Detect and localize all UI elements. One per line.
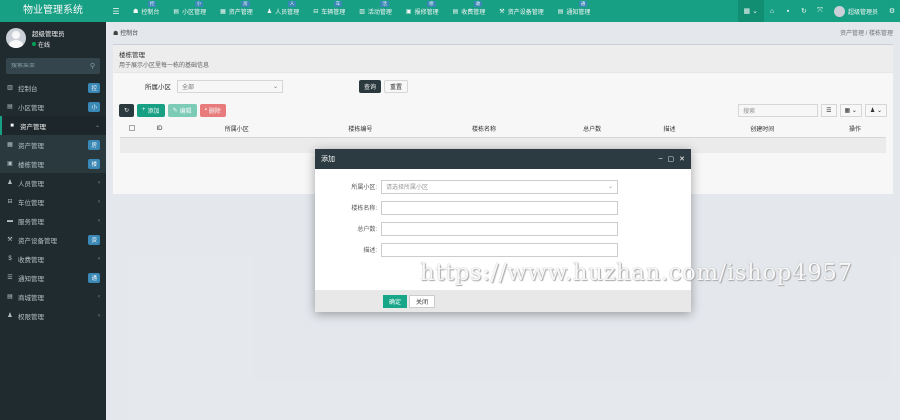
confirm-button[interactable]: 确定 [383,294,408,308]
community-select[interactable]: 请选择所属小区 ⌄ [381,179,618,194]
maximize-icon[interactable]: ▢ [668,155,675,163]
close-icon[interactable]: ✕ [679,155,685,163]
input-placeholder: 请选择所属小区 [386,185,429,191]
modal-title: 添加 [321,156,335,163]
form-row: 总户数: [315,218,691,239]
minimize-icon[interactable]: – [659,155,663,163]
add-building-modal: 添加 – ▢ ✕ 所属小区: 请选择所属小区 ⌄ 楼栋名称: 总户数: 描述: 确定 关闭 [315,149,691,312]
modal-footer: 确定 关闭 [315,290,691,312]
form-row: 楼栋名称: [315,197,691,218]
form-input[interactable] [381,242,618,257]
watermark-text: https://www.huzhan.com/ishop4957 [420,260,853,286]
close-button[interactable]: 关闭 [409,294,436,308]
modal-controls: – ▢ ✕ [659,155,685,163]
form-label: 楼栋名称: [351,206,377,212]
form-label: 所属小区: [351,185,377,191]
chevron-down-icon: ⌄ [607,184,613,190]
form-input[interactable] [381,221,618,236]
form-row: 描述: [315,239,691,260]
modal-header: 添加 – ▢ ✕ [315,149,691,169]
form-input[interactable] [381,200,618,215]
form-label: 总户数: [357,227,377,233]
form-label: 描述: [363,248,377,254]
form-row: 所属小区: 请选择所属小区 ⌄ [315,176,691,197]
